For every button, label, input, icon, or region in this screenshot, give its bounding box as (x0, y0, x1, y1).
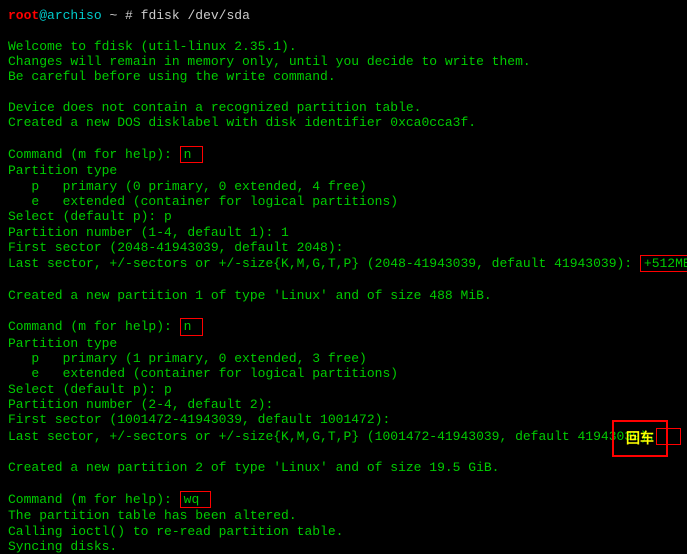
select-line-1: Select (default p): p (8, 209, 679, 224)
blank (8, 23, 679, 38)
first-sector-1: First sector (2048-41943039, default 204… (8, 240, 679, 255)
first-sector-2: First sector (1001472-41943039, default … (8, 412, 679, 427)
shell-command[interactable]: fdisk /dev/sda (141, 8, 250, 23)
cmd-line-2: Command (m for help): n (8, 318, 679, 335)
pnum-line-1: Partition number (1-4, default 1): 1 (8, 225, 679, 240)
syncing-line: Syncing disks. (8, 539, 679, 554)
device-line-2: Created a new DOS disklabel with disk id… (8, 115, 679, 130)
blank (8, 303, 679, 318)
cmd-prompt-2: Command (m for help): (8, 319, 180, 334)
prompt-user: root (8, 8, 39, 23)
last-sector-prompt-2: Last sector, +/-sectors or +/-size{K,M,G… (8, 429, 656, 444)
last-sector-line-2: Last sector, +/-sectors or +/-size{K,M,G… (8, 428, 679, 445)
prompt-at: @ (39, 8, 47, 23)
blank (8, 131, 679, 146)
ptype-header-2: Partition type (8, 336, 679, 351)
ptype-extended-2: e extended (container for logical partit… (8, 366, 679, 381)
welcome-line-3: Be careful before using the write comman… (8, 69, 679, 84)
ptype-extended-1: e extended (container for logical partit… (8, 194, 679, 209)
cmd-input-n-1[interactable]: n (180, 146, 204, 163)
pnum-line-2: Partition number (2-4, default 2): (8, 397, 679, 412)
ptype-primary-2: p primary (1 primary, 0 extended, 3 free… (8, 351, 679, 366)
created-line-1: Created a new partition 1 of type 'Linux… (8, 288, 679, 303)
device-line-1: Device does not contain a recognized par… (8, 100, 679, 115)
cmd-prompt-3: Command (m for help): (8, 492, 180, 507)
cmd-line-3: Command (m for help): wq (8, 491, 679, 508)
blank (8, 476, 679, 491)
cmd-line-1: Command (m for help): n (8, 146, 679, 163)
last-sector-prompt-1: Last sector, +/-sectors or +/-size{K,M,G… (8, 256, 640, 271)
created-line-2: Created a new partition 2 of type 'Linux… (8, 460, 679, 475)
ioctl-line: Calling ioctl() to re-read partition tab… (8, 524, 679, 539)
altered-line: The partition table has been altered. (8, 508, 679, 523)
cmd-input-n-2[interactable]: n (180, 318, 204, 335)
blank (8, 445, 679, 460)
blank (8, 85, 679, 100)
ptype-header-1: Partition type (8, 163, 679, 178)
cmd-input-wq[interactable]: wq (180, 491, 211, 508)
prompt-hash: # (125, 8, 141, 23)
enter-key-annotation: 回车 (612, 420, 668, 457)
welcome-line-2: Changes will remain in memory only, unti… (8, 54, 679, 69)
cmd-prompt-1: Command (m for help): (8, 147, 180, 162)
ptype-primary-1: p primary (0 primary, 0 extended, 4 free… (8, 179, 679, 194)
welcome-line-1: Welcome to fdisk (util-linux 2.35.1). (8, 39, 679, 54)
blank (8, 272, 679, 287)
shell-prompt-line: root@archiso ~ # fdisk /dev/sda (8, 8, 679, 23)
last-sector-line-1: Last sector, +/-sectors or +/-size{K,M,G… (8, 255, 679, 272)
prompt-host: archiso (47, 8, 102, 23)
prompt-path: ~ (102, 8, 125, 23)
select-line-2: Select (default p): p (8, 382, 679, 397)
size-input-1[interactable]: +512MB (640, 255, 687, 272)
